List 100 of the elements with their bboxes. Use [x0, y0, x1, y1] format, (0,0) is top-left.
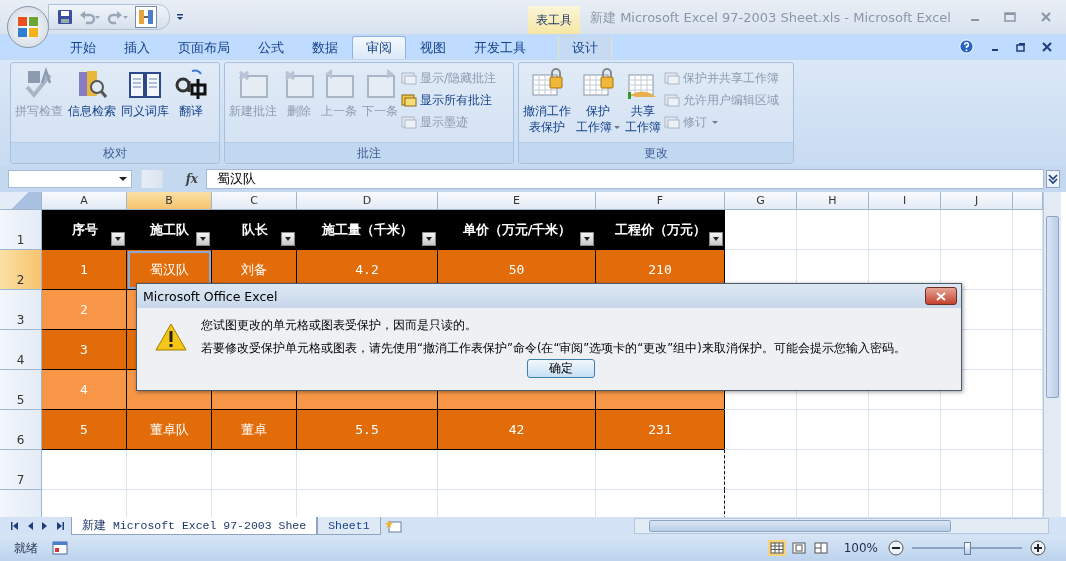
row-header[interactable]: 4 — [0, 330, 42, 370]
vertical-scrollbar[interactable] — [1043, 192, 1061, 517]
group-label: 校对 — [11, 142, 219, 163]
filter-button[interactable] — [111, 232, 125, 246]
row-header[interactable]: 1 — [0, 210, 42, 250]
ribbon-tab[interactable]: 公式 — [244, 36, 298, 59]
normal-view-icon[interactable] — [767, 540, 786, 556]
close-button[interactable] — [925, 287, 957, 305]
filter-button[interactable] — [422, 232, 436, 246]
filter-button[interactable] — [281, 232, 295, 246]
sheet-tab[interactable]: Sheet1 — [317, 517, 381, 535]
contextual-tab-label: 表工具 — [528, 6, 580, 34]
grid-cell — [941, 210, 1013, 250]
table-cell: 1 — [42, 250, 127, 290]
ribbon-button[interactable]: 同义词库 — [119, 67, 171, 142]
filter-button[interactable] — [196, 232, 210, 246]
group-label: 批注 — [225, 142, 513, 163]
slider-thumb[interactable] — [963, 541, 971, 555]
filter-button[interactable] — [580, 232, 594, 246]
column-header[interactable]: F — [596, 192, 725, 210]
ribbon-button[interactable]: 信息检索 — [66, 67, 118, 142]
window-title: 新建 Microsoft Excel 97-2003 Sheet.xls - Microsoft Excel — [590, 9, 951, 27]
grid-cell — [797, 410, 869, 450]
ribbon-tab[interactable]: 页面布局 — [164, 36, 244, 59]
translate-icon — [174, 67, 208, 101]
table-cell: 5.5 — [297, 410, 438, 450]
zoom-out-icon[interactable] — [888, 540, 904, 556]
column-header[interactable]: D — [297, 192, 438, 210]
close-icon[interactable] — [1042, 41, 1052, 52]
column-header[interactable]: E — [438, 192, 596, 210]
grid-cell — [869, 450, 941, 490]
row-header[interactable]: 2 — [0, 250, 42, 290]
page-layout-icon[interactable] — [789, 540, 808, 556]
column-header[interactable]: J — [941, 192, 1013, 210]
column-header[interactable]: H — [797, 192, 869, 210]
row-header[interactable]: 5 — [0, 370, 42, 410]
ribbon-tab[interactable]: 开始 — [56, 36, 110, 59]
zoom-level[interactable]: 100% — [843, 541, 878, 555]
column-header[interactable]: G — [725, 192, 797, 210]
column-header[interactable]: A — [42, 192, 127, 210]
comment-icon — [664, 114, 680, 130]
row-header[interactable]: 3 — [0, 290, 42, 330]
table-cell: 董卓 — [212, 410, 297, 450]
sheet-nav-icon[interactable] — [10, 521, 20, 531]
column-title: 队长 — [241, 220, 268, 239]
ribbon-button[interactable]: 翻译 — [172, 67, 210, 142]
column-header[interactable]: C — [212, 192, 297, 210]
formula-field[interactable]: 蜀汉队 — [206, 169, 1044, 189]
grid-cell — [869, 410, 941, 450]
grid-cell — [797, 450, 869, 490]
zoom-in-icon[interactable] — [1030, 540, 1046, 556]
comment-icon — [664, 70, 680, 86]
office-logo-icon — [16, 15, 40, 39]
column-title: 单价（万元/千米） — [462, 220, 572, 239]
ribbon-button[interactable]: 共享 工作簿 — [623, 67, 663, 142]
ribbon-tab[interactable]: 数据 — [298, 36, 352, 59]
sheet-nav-icon[interactable] — [55, 521, 65, 531]
table-cell: 3 — [42, 330, 127, 370]
ribbon-button[interactable]: 保护 工作簿 — [574, 67, 622, 142]
column-header[interactable]: I — [869, 192, 941, 210]
column-header[interactable]: B — [127, 192, 212, 210]
ribbon-tab[interactable]: 审阅 — [352, 36, 406, 59]
ribbon-tab[interactable]: 插入 — [110, 36, 164, 59]
filter-button[interactable] — [709, 232, 723, 246]
warning-icon — [155, 322, 187, 352]
row-header[interactable]: 6 — [0, 410, 42, 450]
column-title: 施工量（千米） — [322, 220, 413, 239]
ribbon-tab[interactable]: 开发工具 — [460, 36, 540, 59]
row-header[interactable]: 7 — [0, 450, 42, 490]
comment-icon — [401, 92, 417, 108]
table-cell: 2 — [42, 290, 127, 330]
office-button[interactable] — [7, 6, 49, 48]
ribbon-button[interactable]: 撤消工作 表保护 — [521, 67, 573, 142]
help-icon[interactable] — [959, 39, 974, 54]
ribbon-button[interactable]: 显示所有批注 — [401, 91, 497, 109]
dialog-message: 您试图更改的单元格或图表受保护，因而是只读的。 — [201, 318, 478, 333]
group-label: 更改 — [519, 142, 793, 163]
restore-icon[interactable] — [1016, 41, 1026, 52]
dialog-title: Microsoft Office Excel — [143, 288, 278, 304]
page-break-icon[interactable] — [811, 540, 830, 556]
customize-toolbar-icon[interactable] — [176, 13, 184, 21]
save-icon[interactable] — [57, 9, 73, 25]
ribbon-tab[interactable]: 设计 — [558, 36, 612, 59]
dialog-message: 若要修改受保护单元格或图表，请先使用“撤消工作表保护”命令(在“审阅”选项卡的“更改”组中)来取消保护。可能会提示您输入密码。 — [201, 341, 906, 356]
column-title: 工程价（万元） — [615, 220, 706, 239]
ribbon-tab[interactable]: 视图 — [406, 36, 460, 59]
macro-record-icon[interactable] — [52, 541, 68, 555]
sheet-tab[interactable]: 新建 Microsoft Excel 97-2003 Shee — [71, 517, 318, 535]
expand-icon[interactable] — [1046, 170, 1060, 188]
table-cell: 董卓队 — [127, 410, 212, 450]
horizontal-scrollbar[interactable] — [634, 518, 1049, 534]
comment-icon — [401, 114, 417, 130]
column-title: 序号 — [71, 220, 98, 239]
status-text: 就绪 — [14, 539, 38, 557]
grid-cell — [941, 410, 1013, 450]
comment-icon — [664, 92, 680, 108]
form-icon[interactable] — [135, 6, 157, 28]
ok-button[interactable]: 确定 — [527, 359, 595, 378]
table-cell: 42 — [438, 410, 596, 450]
table-cell: 4 — [42, 370, 127, 410]
